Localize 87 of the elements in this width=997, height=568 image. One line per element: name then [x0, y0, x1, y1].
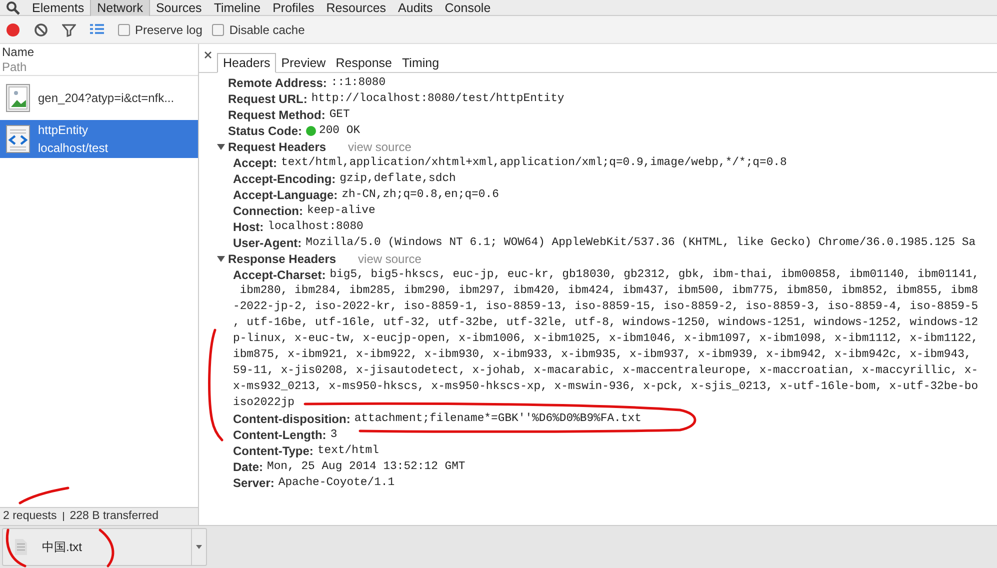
header-name: Date: — [233, 459, 264, 475]
image-file-icon — [6, 84, 30, 112]
checkbox[interactable]: Preserve log — [118, 20, 202, 38]
panel-tab[interactable]: Sources — [150, 0, 208, 16]
panel-tab[interactable]: Audits — [392, 0, 439, 16]
header-name: Content-disposition: — [233, 411, 350, 427]
request-row[interactable]: httpEntity localhost/test — [0, 120, 198, 158]
detail-tab[interactable]: Headers — [217, 53, 276, 73]
general-label: Remote Address: — [228, 75, 327, 91]
header-value: 59-11, x-jis0208, x-jisautodetect, x-johab, x-macarabic, x-maccentraleurope, x-maccroatian, x-maccyrillic, x- — [233, 364, 978, 379]
request-path: localhost/test — [38, 140, 108, 157]
header-value: p-linux, x-euc-tw, x-eucjp-open, x-ibm1006, x-ibm1025, x-ibm1046, x-ibm1097, x-ibm1098, x-ibm1112, x-ibm1122, — [233, 332, 978, 347]
checkbox[interactable]: Disable cache — [212, 20, 305, 38]
request-name: httpEntity — [38, 122, 90, 139]
panel-tab[interactable]: Elements — [26, 0, 90, 16]
code-file-icon — [6, 125, 30, 153]
record-button[interactable] — [6, 22, 20, 36]
panel-tab[interactable]: Profiles — [266, 0, 320, 16]
header-value: zh-CN,zh;q=0.8,en;q=0.6 — [342, 188, 499, 203]
general-value: http://localhost:8080/test/httpEntity — [311, 92, 564, 107]
request-name: gen_204?atyp=i&ct=nfk... — [38, 90, 174, 107]
general-value: ::1:8080 — [330, 76, 386, 91]
request-row[interactable]: gen_204?atyp=i&ct=nfk... — [0, 79, 198, 117]
panel-tab[interactable]: Resources — [320, 0, 392, 16]
column-subtitle: Path — [2, 60, 28, 74]
general-label: Request Method: — [228, 107, 326, 123]
general-label: Request URL: — [228, 91, 308, 107]
detail-tab[interactable]: Timing — [397, 53, 444, 73]
document-icon — [15, 539, 27, 555]
header-name: Connection: — [233, 203, 303, 219]
general-label: Status Code: — [228, 123, 302, 139]
header-value: ibm875, x-ibm921, x-ibm922, x-ibm930, x-ibm933, x-ibm935, x-ibm937, x-ibm939, x-ibm942, x-ibm942c, x-ibm943, — [233, 348, 972, 363]
search-icon[interactable] — [6, 0, 20, 14]
list-view-icon[interactable] — [90, 24, 104, 36]
status-text: 2 requests — [3, 508, 57, 524]
checkbox-label: Preserve log — [135, 22, 202, 38]
column-title: Name — [2, 44, 36, 60]
disclosure-triangle-icon[interactable] — [217, 255, 225, 263]
clear-icon[interactable] — [34, 22, 48, 36]
header-value: x-ms932_0213, x-ms950-hkscs, x-ms950-hkscs-xp, x-mswin-936, x-pck, x-sjis_0213, x-utf-16le-bom, x-utf-32be-bo — [233, 380, 978, 395]
freehand-stroke — [6, 528, 26, 568]
section-title: Request Headers — [228, 139, 326, 155]
column-header[interactable]: Name Path — [0, 44, 198, 76]
panel-tab[interactable]: Console — [438, 0, 497, 16]
header-value: -2022-jp-2, iso-2022-kr, iso-8859-1, iso-8859-13, iso-8859-15, iso-8859-2, iso-8859-3, iso-8859-4, iso-8859-5 — [233, 300, 978, 315]
header-name: Accept: — [233, 155, 278, 171]
section-title: Response Headers — [228, 251, 336, 267]
general-value: 200 OK — [319, 124, 360, 139]
header-value: gzip,deflate,sdch — [340, 172, 456, 187]
download-file-name: 中国.txt — [42, 539, 84, 556]
header-value: text/html,application/xhtml+xml,application/xml;q=0.9,image/webp,*/*;q=0.8 — [281, 156, 787, 171]
caret-icon[interactable] — [196, 545, 202, 549]
header-value: big5, big5-hkscs, euc-jp, euc-kr, gb18030, gb2312, gbk, ibm-thai, ibm00858, ibm01140, ibm01141, — [330, 268, 980, 283]
header-value: localhost:8080 — [268, 220, 364, 235]
view-source-link[interactable]: view source — [358, 251, 422, 267]
header-name: Accept-Encoding: — [233, 171, 336, 187]
filter-icon[interactable] — [62, 22, 76, 36]
header-name: Host: — [233, 219, 264, 235]
header-value: , utf-16be, utf-16le, utf-32, utf-32be, utf-32le, utf-8, windows-1250, windows-1251, windows-1252, windows-12 — [233, 316, 978, 331]
header-name: Accept-Language: — [233, 187, 338, 203]
freehand-stroke — [98, 528, 114, 568]
download-item[interactable]: 中国.txt — [2, 528, 207, 566]
detail-tab[interactable]: Preview — [276, 53, 331, 73]
header-value: keep-alive — [307, 204, 376, 219]
header-name: Accept-Charset: — [233, 267, 326, 283]
header-name: Content-Type: — [233, 443, 314, 459]
header-name: Content-Length: — [233, 427, 326, 443]
panel-tab[interactable]: Timeline — [208, 0, 267, 16]
status-text: 228 B transferred — [70, 508, 159, 524]
header-value: text/html — [317, 444, 379, 459]
header-name: User-Agent: — [233, 235, 302, 251]
header-value: Apache-Coyote/1.1 — [278, 476, 395, 491]
header-value: ibm280, ibm284, ibm285, ibm290, ibm297, ibm420, ibm424, ibm437, ibm500, ibm775, ibm850, ibm852, ibm855, ibm8 — [238, 284, 978, 299]
header-value: Mozilla/5.0 (Windows NT 6.1; WOW64) AppleWebKit/537.36 (KHTML, like Gecko) Chrome/36.0.1985.125 Sa — [306, 236, 976, 251]
header-value: 3 — [330, 428, 338, 443]
freehand-stroke — [18, 486, 70, 504]
header-value: Mon, 25 Aug 2014 13:52:12 GMT — [267, 460, 466, 475]
general-value: GET — [329, 108, 350, 123]
panel-tab[interactable]: Network — [90, 0, 150, 16]
close-icon[interactable] — [204, 51, 212, 59]
header-value: attachment;filename*=GBK''%D6%D0%B9%FA.txt — [354, 412, 642, 427]
header-value: iso2022jp — [233, 396, 295, 411]
checkbox-label: Disable cache — [229, 22, 305, 38]
view-source-link[interactable]: view source — [348, 139, 412, 155]
disclosure-triangle-icon[interactable] — [217, 143, 225, 151]
detail-tab[interactable]: Response — [330, 53, 398, 73]
header-name: Server: — [233, 475, 274, 491]
